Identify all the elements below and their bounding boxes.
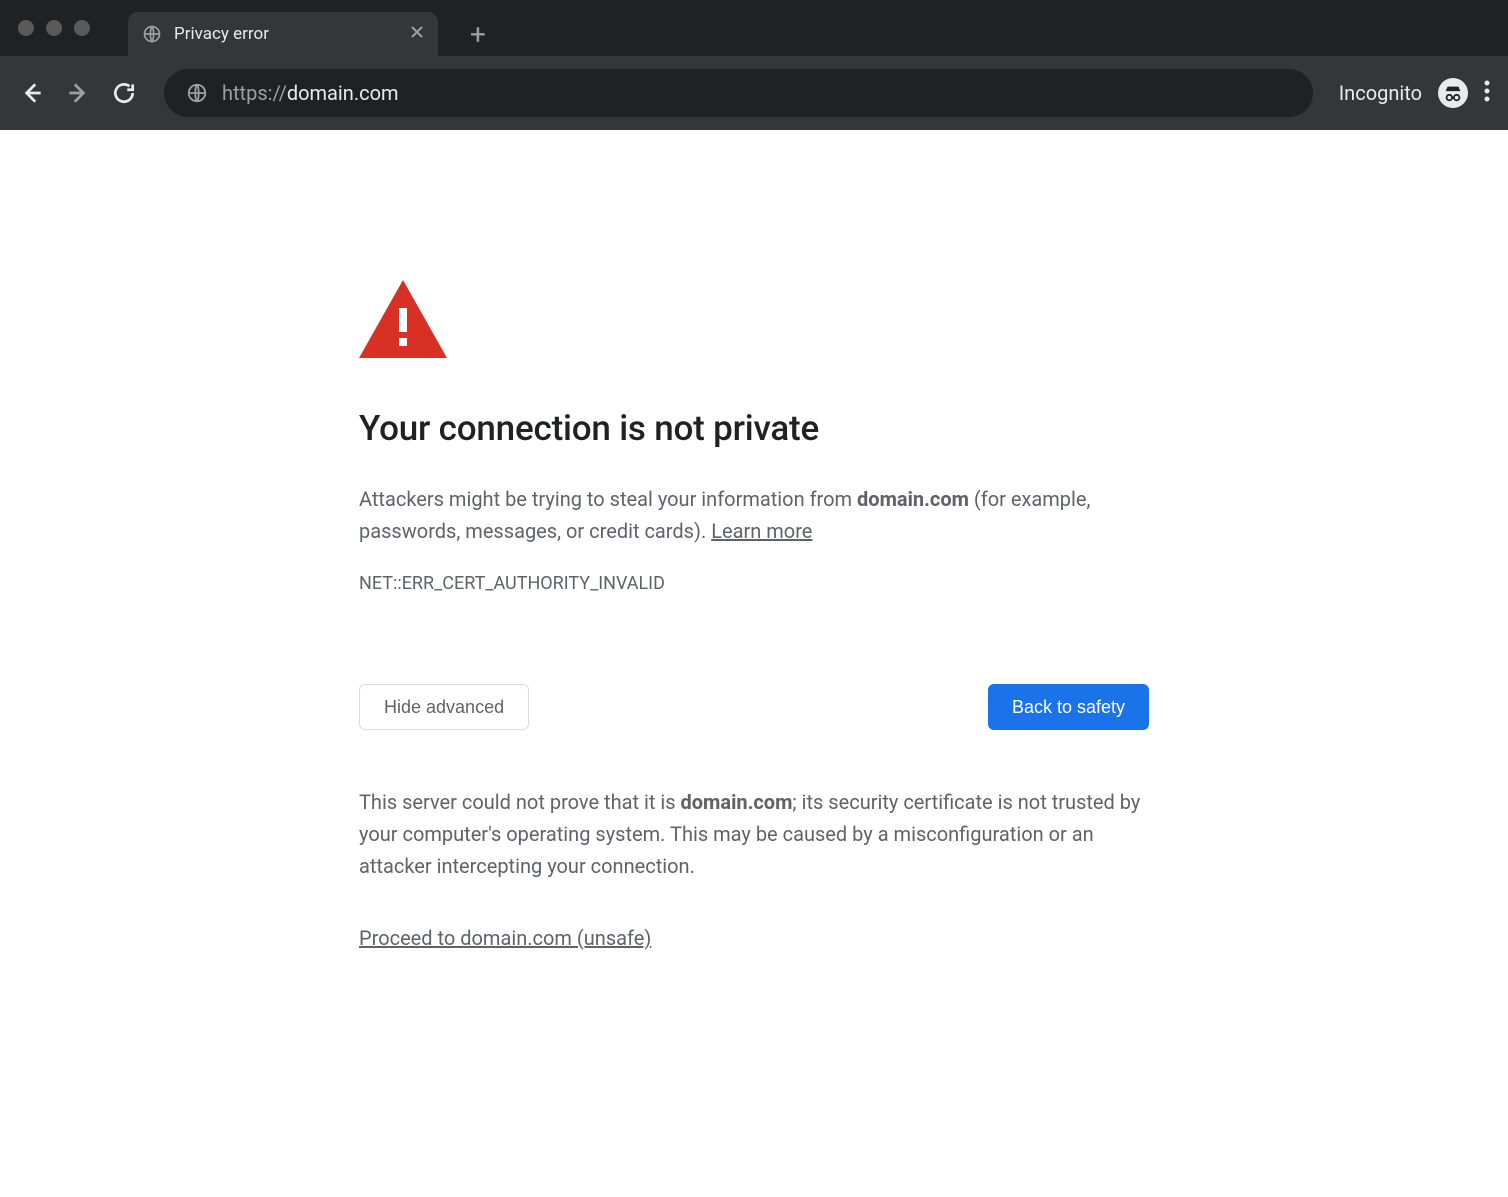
advanced-description: This server could not prove that it is d… <box>359 786 1149 882</box>
proceed-unsafe-link[interactable]: Proceed to domain.com (unsafe) <box>359 926 651 950</box>
error-description: Attackers might be trying to steal your … <box>359 483 1149 547</box>
maximize-window-dot[interactable] <box>74 20 90 36</box>
window-controls[interactable] <box>18 20 90 36</box>
incognito-label: Incognito <box>1339 81 1422 105</box>
new-tab-button[interactable]: + <box>470 18 486 51</box>
button-row: Hide advanced Back to safety <box>359 684 1149 730</box>
adv-prefix: This server could not prove that it is <box>359 790 681 814</box>
address-bar[interactable]: https://domain.com <box>164 69 1313 117</box>
incognito-icon[interactable] <box>1438 78 1468 108</box>
site-info-icon[interactable] <box>186 82 208 104</box>
close-tab-icon[interactable] <box>410 24 424 44</box>
close-window-dot[interactable] <box>18 20 34 36</box>
error-code: NET::ERR_CERT_AUTHORITY_INVALID <box>359 573 1149 594</box>
minimize-window-dot[interactable] <box>46 20 62 36</box>
tab-title: Privacy error <box>174 24 269 44</box>
page-content: Your connection is not private Attackers… <box>0 130 1508 950</box>
browser-chrome: Privacy error + https://domain.com Incog… <box>0 0 1508 130</box>
reload-button[interactable] <box>110 79 138 107</box>
back-button[interactable] <box>18 79 46 107</box>
menu-button[interactable] <box>1484 79 1490 108</box>
learn-more-link[interactable]: Learn more <box>711 519 812 543</box>
globe-icon <box>142 24 162 44</box>
desc-domain: domain.com <box>857 487 969 511</box>
error-heading: Your connection is not private <box>359 408 1149 449</box>
browser-tab[interactable]: Privacy error <box>128 12 438 56</box>
adv-domain: domain.com <box>681 790 793 814</box>
tab-strip: Privacy error + <box>0 0 1508 56</box>
forward-button[interactable] <box>64 79 92 107</box>
hide-advanced-button[interactable]: Hide advanced <box>359 684 529 730</box>
desc-prefix: Attackers might be trying to steal your … <box>359 487 857 511</box>
url-host: domain.com <box>287 81 399 105</box>
toolbar-right: Incognito <box>1339 78 1490 108</box>
ssl-error-interstitial: Your connection is not private Attackers… <box>359 280 1149 950</box>
url-scheme: https:// <box>222 81 287 105</box>
warning-triangle-icon <box>359 280 1149 358</box>
back-to-safety-button[interactable]: Back to safety <box>988 684 1149 730</box>
url-text: https://domain.com <box>222 81 399 105</box>
toolbar: https://domain.com Incognito <box>0 56 1508 130</box>
